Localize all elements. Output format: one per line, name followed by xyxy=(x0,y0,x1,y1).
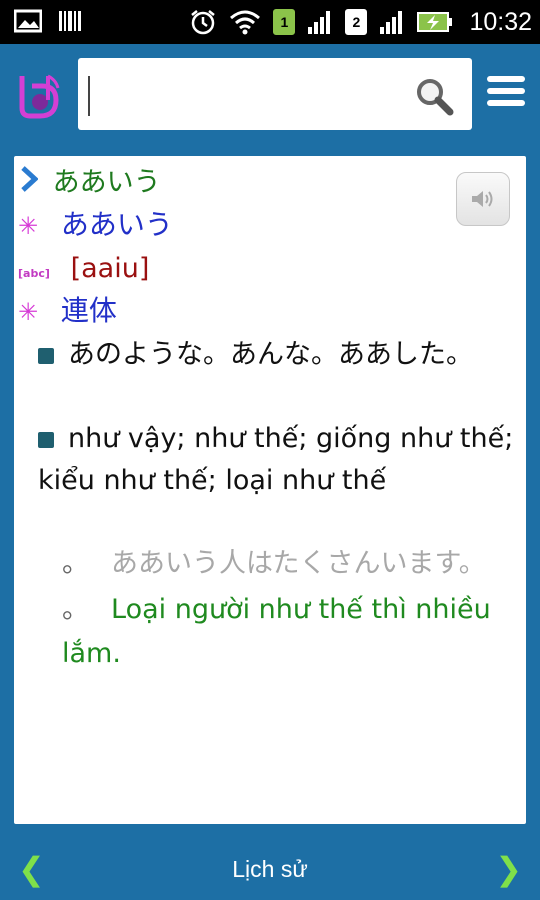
speaker-button[interactable] xyxy=(456,172,510,226)
example-japanese: 。ああいう人はたくさんいます。 xyxy=(62,548,486,579)
romaji-reading: [aaiu] xyxy=(70,253,150,284)
meaning-japanese: あのような。あんな。ああした。 xyxy=(38,334,518,376)
asterisk-icon: ✳ xyxy=(18,212,39,240)
status-notifications xyxy=(14,9,82,33)
hamburger-menu-icon[interactable] xyxy=(487,76,525,112)
headword-row[interactable]: ああいう xyxy=(20,166,161,201)
dictionary-entry-panel: ああいう ✳ ああいう [abc] [aaiu] ✳ 連体 あのような。あんな。… xyxy=(14,156,526,824)
alarm-icon xyxy=(191,10,216,35)
battery-charging-icon xyxy=(417,12,453,32)
bullet-icon xyxy=(38,431,54,448)
text-cursor xyxy=(88,76,90,116)
example-marker: 。 xyxy=(62,594,89,625)
magnifier-icon[interactable] xyxy=(414,76,454,116)
app-logo-icon[interactable] xyxy=(14,70,64,120)
status-indicators: 1 2 10:32 xyxy=(189,6,532,38)
wifi-icon xyxy=(230,10,261,35)
search-box[interactable] xyxy=(78,58,472,130)
bottom-nav-bar: ❮ Lịch sử ❯ xyxy=(0,836,540,900)
signal2-icon xyxy=(380,11,403,34)
speaker-icon xyxy=(472,191,493,207)
app-header xyxy=(0,44,540,144)
barcode-icon xyxy=(59,11,81,31)
kana-reading: ああいう xyxy=(60,208,173,241)
status-bar: 1 2 10:32 xyxy=(0,0,540,44)
image-icon xyxy=(14,9,42,33)
headword: ああいう xyxy=(52,167,161,198)
example-vietnamese: 。 Loại người như thế thì nhiều lắm. xyxy=(62,594,491,669)
sim1-indicator: 1 xyxy=(273,9,296,35)
kana-row: ✳ ああいう xyxy=(18,208,173,243)
signal1-icon xyxy=(308,11,331,34)
chevron-right-icon xyxy=(20,166,44,201)
sim2-indicator: 2 xyxy=(345,9,368,35)
clock: 10:32 xyxy=(469,7,532,36)
meaning-vietnamese: như vậy; như thế; giống như thế; kiểu nh… xyxy=(38,423,514,496)
search-input[interactable] xyxy=(86,72,410,118)
history-button[interactable]: Lịch sử xyxy=(0,856,540,883)
abc-icon: [abc] xyxy=(18,267,50,280)
asterisk-icon: ✳ xyxy=(18,298,39,326)
example-marker: 。 xyxy=(62,548,89,579)
next-button[interactable]: ❯ xyxy=(495,850,522,888)
romaji-row: [abc] [aaiu] xyxy=(18,252,149,291)
part-of-speech: 連体 xyxy=(60,294,117,327)
part-of-speech-row: ✳ 連体 xyxy=(18,294,117,329)
bullet-icon xyxy=(38,347,54,364)
